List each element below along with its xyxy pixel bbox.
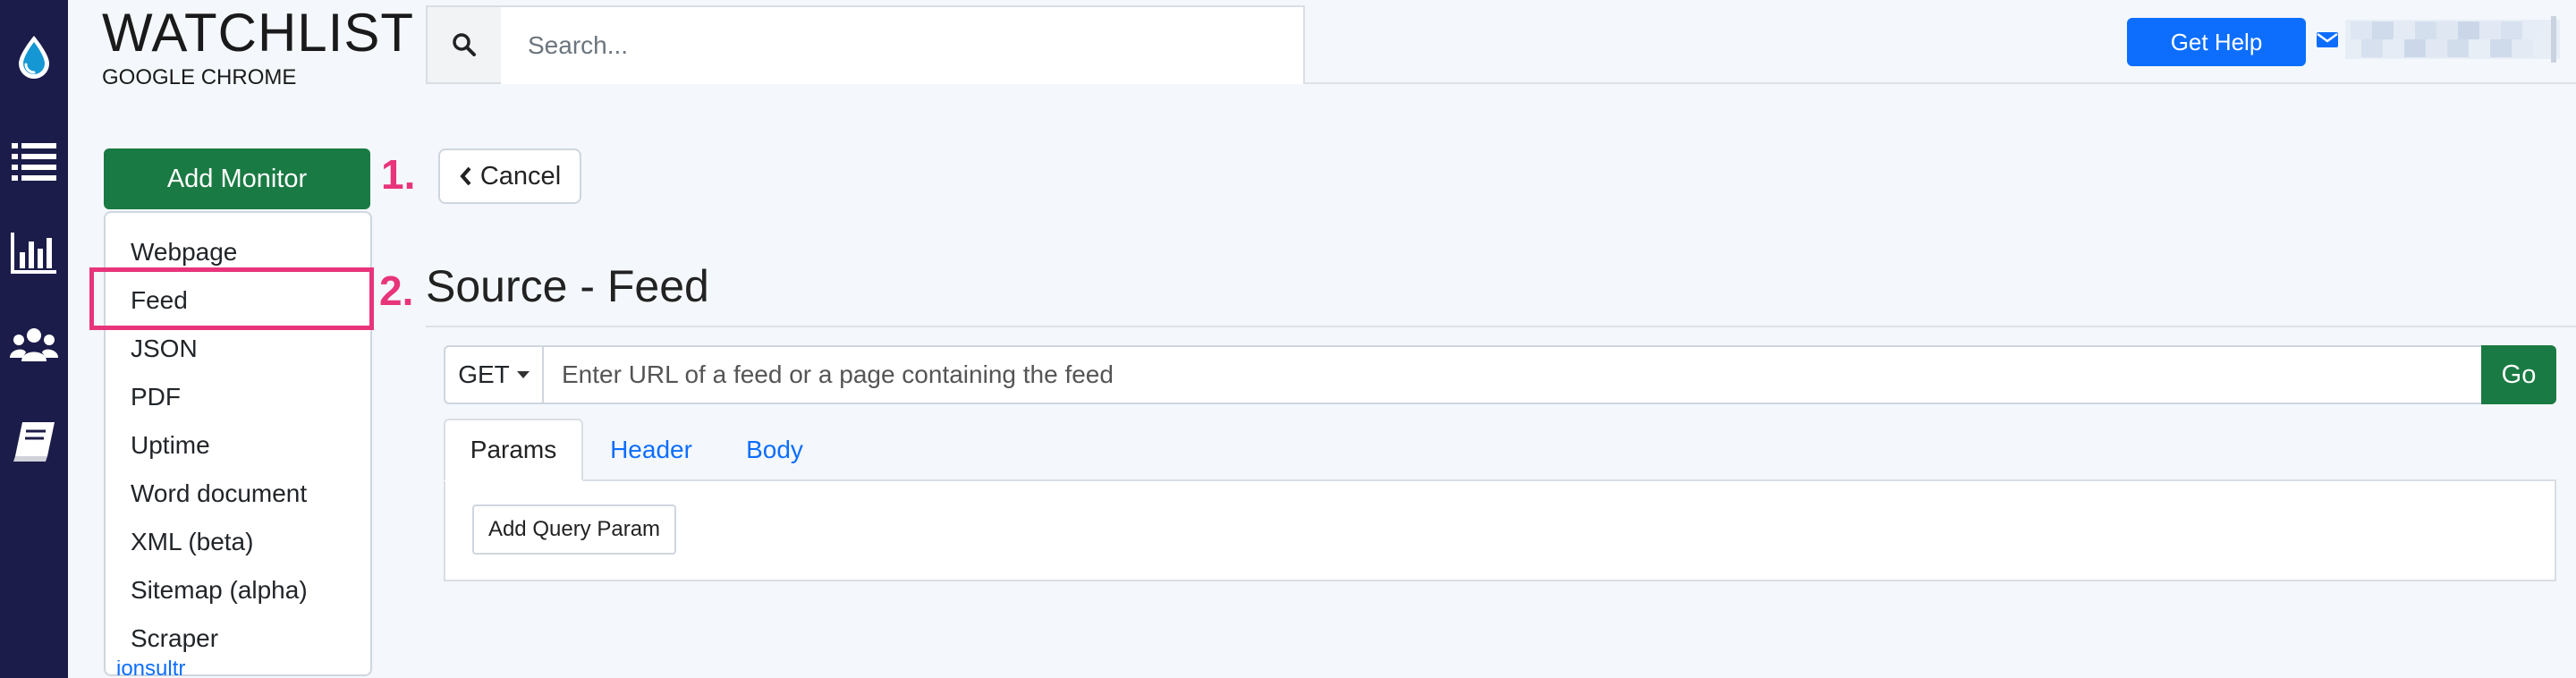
add-monitor-button[interactable]: Add Monitor <box>104 148 370 209</box>
tab-header[interactable]: Header <box>596 419 707 481</box>
users-icon[interactable] <box>10 322 58 370</box>
dropdown-item-uptime[interactable]: Uptime <box>131 430 210 461</box>
search-bar <box>426 5 1305 84</box>
chevron-left-icon <box>460 166 471 186</box>
envelope-icon[interactable] <box>2317 30 2338 48</box>
go-button[interactable]: Go <box>2481 345 2556 404</box>
feed-url-input[interactable] <box>542 345 2483 404</box>
tab-params[interactable]: Params <box>444 419 583 481</box>
search-input[interactable] <box>501 7 1303 84</box>
dropdown-item-xml[interactable]: XML (beta) <box>131 527 253 557</box>
get-help-button[interactable]: Get Help <box>2127 18 2306 66</box>
tab-body[interactable]: Body <box>723 419 826 481</box>
bar-chart-icon[interactable] <box>10 229 58 277</box>
app-title: WATCHLIST <box>102 3 414 63</box>
http-method-select[interactable]: GET <box>444 345 544 404</box>
dropdown-item-sitemap[interactable]: Sitemap (alpha) <box>131 575 308 606</box>
step-2-annotation: 2. <box>379 267 414 314</box>
book-icon[interactable] <box>10 417 58 465</box>
step-1-annotation: 1. <box>381 151 416 198</box>
sidebar <box>0 0 68 678</box>
http-method-label: GET <box>458 360 510 388</box>
dropdown-item-word-document[interactable]: Word document <box>131 479 307 509</box>
dropdown-item-pdf[interactable]: PDF <box>131 382 181 412</box>
dropdown-item-json[interactable]: JSON <box>131 334 198 364</box>
page-title: Source - Feed <box>426 261 709 311</box>
add-query-param-button[interactable]: Add Query Param <box>472 504 676 555</box>
cancel-label: Cancel <box>479 161 562 191</box>
title-divider <box>426 326 2576 327</box>
app-brand: WATCHLIST GOOGLE CHROME <box>102 4 414 89</box>
dropdown-item-webpage[interactable]: Webpage <box>131 237 237 267</box>
search-button[interactable] <box>428 7 501 82</box>
header-divider <box>1305 82 2576 84</box>
params-panel: Add Query Param <box>444 481 2556 581</box>
cancel-button[interactable]: Cancel <box>438 148 581 204</box>
list-icon[interactable] <box>10 136 58 184</box>
search-icon <box>453 33 476 56</box>
app-subtitle: GOOGLE CHROME <box>102 65 297 89</box>
drop-logo-icon[interactable] <box>10 34 58 82</box>
feed-highlight-box <box>89 267 374 330</box>
redacted-account-email <box>2345 16 2560 63</box>
obscured-link-text[interactable]: ionsultr <box>116 660 215 678</box>
dropdown-item-scraper[interactable]: Scraper <box>131 623 218 654</box>
caret-down-icon <box>516 371 530 378</box>
